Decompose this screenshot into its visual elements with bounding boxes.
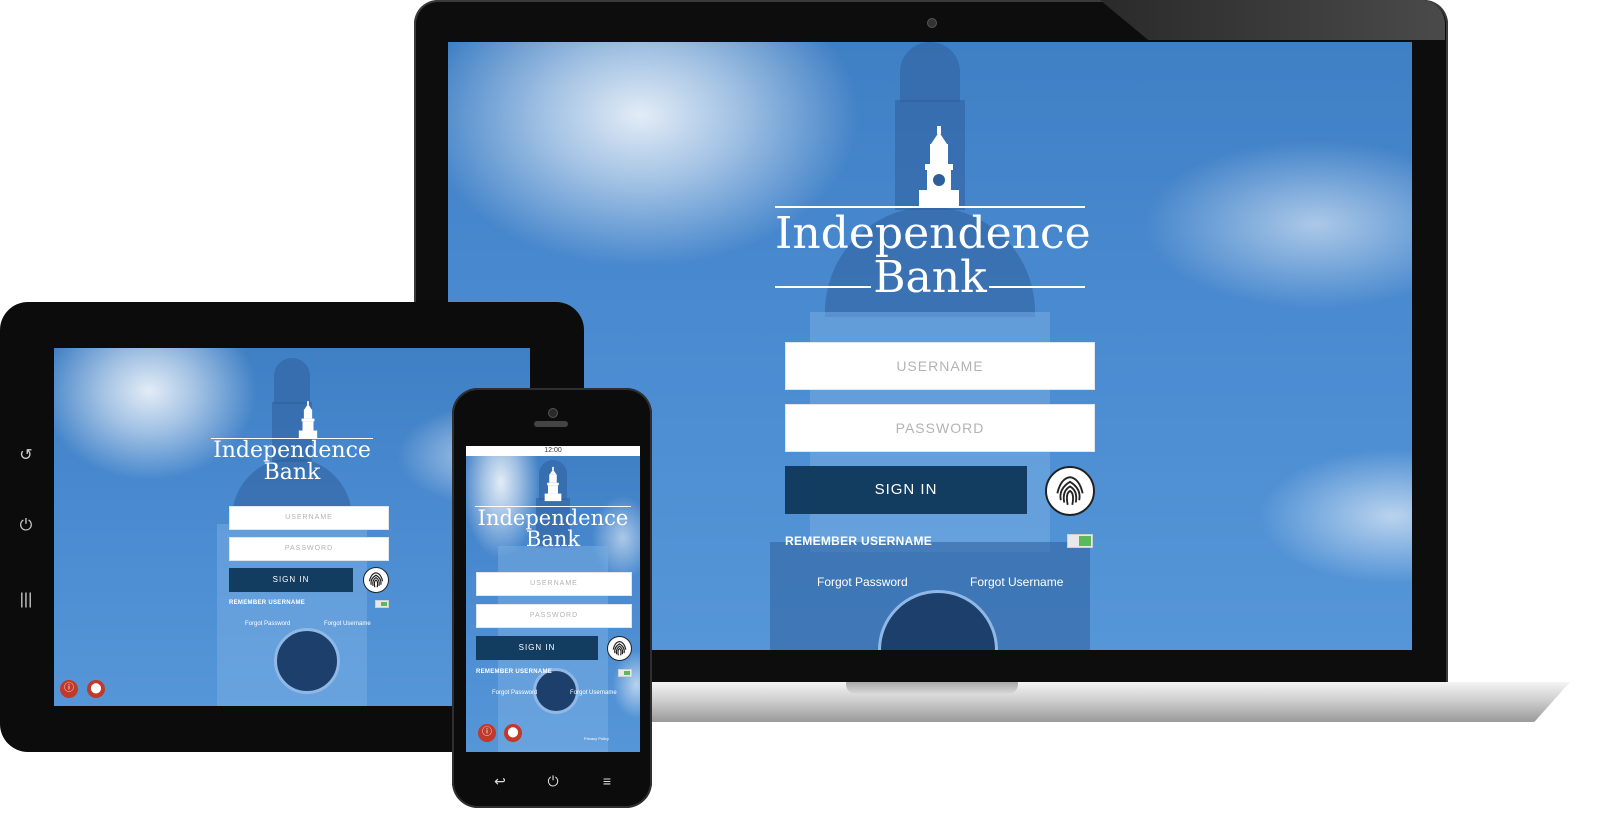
- menu-icon[interactable]: ≡: [597, 772, 617, 790]
- info-icon[interactable]: ⓘ: [478, 724, 496, 742]
- password-input[interactable]: PASSWORD: [785, 404, 1095, 452]
- logo-line1: Independence: [213, 438, 371, 463]
- tower-logo-icon: [298, 401, 318, 439]
- tower-dome-top: [274, 358, 310, 404]
- phone-speaker: [534, 421, 568, 427]
- sign-in-button[interactable]: SIGN IN: [229, 568, 353, 592]
- remember-toggle[interactable]: [1067, 534, 1093, 548]
- logo-rule-top: [775, 206, 1085, 208]
- logo-rule-top: [475, 506, 631, 507]
- bank-logo: Independence Bank: [211, 436, 373, 490]
- phone-camera: [548, 408, 558, 418]
- remember-username-label: REMEMBER USERNAME: [785, 534, 933, 548]
- tower-dome-top: [900, 42, 960, 102]
- logo-line1: Independence: [477, 506, 629, 530]
- sign-in-button[interactable]: SIGN IN: [476, 636, 598, 660]
- remember-toggle[interactable]: [375, 600, 389, 608]
- username-input[interactable]: USERNAME: [476, 572, 632, 596]
- toggle-knob: [624, 671, 630, 675]
- back-icon[interactable]: ↩: [490, 772, 510, 790]
- logo-line2: Bank: [873, 252, 987, 303]
- logo-line2: Bank: [525, 527, 581, 551]
- sign-in-button[interactable]: SIGN IN: [785, 466, 1027, 514]
- username-input[interactable]: USERNAME: [229, 506, 389, 530]
- back-icon[interactable]: ↺: [16, 446, 36, 466]
- forgot-password-link[interactable]: Forgot Password: [817, 575, 908, 589]
- home-icon[interactable]: ⏻: [16, 516, 36, 536]
- logo-line2: Bank: [263, 460, 321, 485]
- remember-toggle[interactable]: [618, 669, 632, 677]
- tower-clock: [274, 628, 340, 694]
- remember-username-label: REMEMBER USERNAME: [476, 669, 553, 675]
- password-input[interactable]: PASSWORD: [476, 604, 632, 628]
- password-input[interactable]: PASSWORD: [229, 537, 389, 561]
- laptop-notch: [846, 682, 1018, 694]
- forgot-password-link[interactable]: Forgot Password: [245, 621, 290, 627]
- fingerprint-icon[interactable]: [607, 636, 632, 661]
- laptop-camera: [927, 18, 937, 28]
- phone-status-bar: 12:00: [466, 446, 640, 456]
- forgot-username-link[interactable]: Forgot Username: [970, 575, 1063, 589]
- tower-logo-icon: [919, 126, 959, 208]
- status-time: 12:00: [544, 447, 562, 454]
- bank-logo: Independence Bank: [475, 504, 631, 556]
- toggle-knob: [1079, 536, 1091, 546]
- location-pin-icon[interactable]: ⬤: [504, 724, 522, 742]
- fingerprint-icon[interactable]: [363, 567, 389, 593]
- laptop-bezel-reflection: [1100, 0, 1445, 40]
- logo-rule-left: [775, 286, 871, 288]
- forgot-username-link[interactable]: Forgot Username: [570, 690, 617, 696]
- remember-username-label: REMEMBER USERNAME: [229, 600, 306, 606]
- info-icon[interactable]: ⓘ: [60, 680, 78, 698]
- toggle-knob: [381, 602, 387, 606]
- home-icon[interactable]: ⏻: [543, 772, 563, 790]
- logo-rule-top: [211, 438, 373, 439]
- username-input[interactable]: USERNAME: [785, 342, 1095, 390]
- privacy-policy-link[interactable]: Privacy Policy: [584, 736, 609, 741]
- logo-rule-right: [989, 286, 1085, 288]
- bank-logo: Independence Bank: [775, 202, 1091, 303]
- phone-screen: Independence Bank USERNAME PASSWORD SIGN…: [466, 446, 640, 752]
- tower-logo-icon: [544, 466, 562, 502]
- forgot-username-link[interactable]: Forgot Username: [324, 621, 371, 627]
- menu-icon[interactable]: |||: [16, 590, 36, 610]
- location-pin-icon[interactable]: ⬤: [87, 680, 105, 698]
- logo-line1: Independence: [775, 208, 1091, 259]
- fingerprint-icon[interactable]: [1045, 466, 1095, 516]
- forgot-password-link[interactable]: Forgot Password: [492, 690, 537, 696]
